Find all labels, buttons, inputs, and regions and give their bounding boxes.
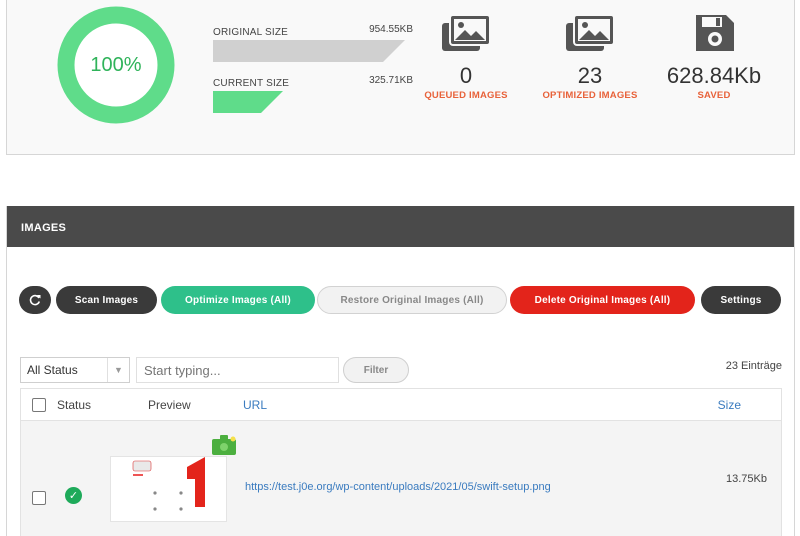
images-table: Status Preview URL Size ✓ https://test.j… [20,388,782,536]
optimized-images-stat: 23 OPTIMIZED IMAGES [535,13,645,101]
current-size-bar [213,91,283,113]
original-size-label: ORIGINAL SIZE [213,27,289,38]
optimized-count: 23 [577,63,603,88]
optimize-all-button[interactable]: Optimize Images (All) [161,286,315,314]
current-size-block: CURRENT SIZE 325.71KB [213,75,413,118]
images-panel: IMAGES Scan Images Optimize Images (All)… [6,206,795,536]
table-toolbar: All Status ▼ Filter 23 Einträge [20,356,782,384]
images-icon [566,14,615,51]
entries-count: 23 Einträge [725,360,782,372]
image-size: 13.75Kb [726,473,767,485]
select-all-checkbox[interactable] [32,398,46,412]
filter-button[interactable]: Filter [343,357,409,383]
table-row: ✓ https://test.j0e.org/wp-content/upload… [21,421,781,536]
scan-images-button[interactable]: Scan Images [56,286,157,314]
chevron-down-icon: ▼ [107,358,129,382]
stats-panel: 100% ORIGINAL SIZE 954.55KB CURRENT SIZE… [6,0,795,155]
status-filter-value: All Status [27,363,78,377]
restore-all-button[interactable]: Restore Original Images (All) [317,286,507,314]
image-preview[interactable] [110,456,227,522]
search-input[interactable] [136,357,339,383]
refresh-button[interactable] [19,286,51,314]
column-size[interactable]: Size [718,398,741,412]
preview-thumbnail [131,457,207,521]
floppy-disk-icon [696,15,734,51]
images-header: IMAGES [7,206,794,247]
queued-label: QUEUED IMAGES [424,90,508,101]
current-size-value: 325.71KB [369,75,413,86]
saved-label: SAVED [697,90,731,101]
column-status[interactable]: Status [57,398,91,412]
queued-count: 0 [459,63,473,88]
status-filter-select[interactable]: All Status ▼ [20,357,130,383]
saved-stat: 628.84Kb SAVED [659,13,769,101]
settings-button[interactable]: Settings [701,286,781,314]
original-size-block: ORIGINAL SIZE 954.55KB [213,24,413,67]
optimized-status-icon: ✓ [65,487,82,504]
delete-originals-button[interactable]: Delete Original Images (All) [510,286,695,314]
optimized-label: OPTIMIZED IMAGES [542,90,638,101]
current-size-label: CURRENT SIZE [213,78,290,89]
refresh-icon [29,294,41,306]
camera-icon [212,435,236,455]
saved-amount: 628.84Kb [666,63,762,88]
image-url-link[interactable]: https://test.j0e.org/wp-content/uploads/… [245,481,551,493]
column-preview: Preview [148,398,191,412]
progress-percent: 100% [90,53,142,76]
column-url[interactable]: URL [243,398,267,412]
original-size-bar [213,40,405,62]
queued-images-stat: 0 QUEUED IMAGES [411,13,521,101]
original-size-value: 954.55KB [369,24,413,35]
optimization-progress-ring: 100% [56,5,176,125]
row-checkbox[interactable] [32,491,46,505]
images-icon [442,14,491,51]
table-header: Status Preview URL Size [21,389,781,421]
